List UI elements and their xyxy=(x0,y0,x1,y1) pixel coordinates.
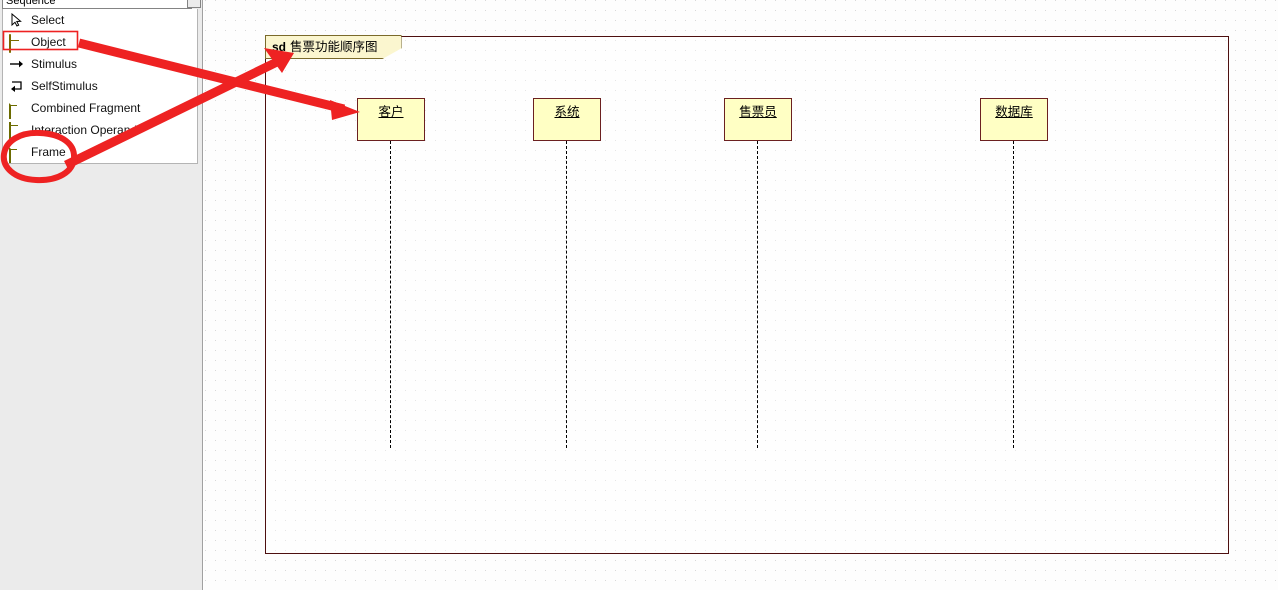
frame-folded-corner-icon xyxy=(9,100,24,119)
lifeline-1[interactable]: 客户 xyxy=(357,98,425,448)
self-arrow-icon xyxy=(9,79,24,93)
frame-header-tab[interactable]: sd 售票功能顺序图 xyxy=(265,35,402,59)
palette-collapse-button[interactable] xyxy=(187,0,201,8)
palette-title: Sequence xyxy=(2,0,192,9)
operand-bar-icon xyxy=(9,122,24,141)
lifeline-dashed-line xyxy=(566,141,567,448)
palette-item-label: Frame xyxy=(31,145,66,159)
lifeline-name: 售票员 xyxy=(739,105,777,119)
palette-item-selfstimulus[interactable]: SelfStimulus xyxy=(3,75,197,97)
lifeline-box[interactable]: 客户 xyxy=(357,98,425,141)
cursor-icon xyxy=(9,12,24,27)
lifeline-dashed-line xyxy=(1013,141,1014,448)
palette-item-label: Object xyxy=(31,35,66,49)
palette-item-label: Combined Fragment xyxy=(31,101,141,115)
arrow-right-icon xyxy=(9,57,24,71)
palette-tool-list: Select Object Stimulus SelfStimulus Comb… xyxy=(2,9,198,164)
lifeline-box[interactable]: 售票员 xyxy=(724,98,792,141)
palette-item-stimulus[interactable]: Stimulus xyxy=(3,53,197,75)
lifeline-box[interactable]: 系统 xyxy=(533,98,601,141)
palette-titlebar: Sequence xyxy=(0,0,203,9)
palette-item-interaction-operand[interactable]: Interaction Operand xyxy=(3,119,197,141)
palette-item-select[interactable]: Select xyxy=(3,9,197,31)
lifeline-2[interactable]: 系统 xyxy=(533,98,601,448)
lifeline-name: 系统 xyxy=(554,105,580,119)
lifeline-3[interactable]: 售票员 xyxy=(724,98,792,448)
lifeline-4[interactable]: 数据库 xyxy=(980,98,1048,448)
palette-item-object[interactable]: Object xyxy=(3,31,197,53)
palette-item-label: Stimulus xyxy=(31,57,78,71)
diagram-canvas[interactable]: sd 售票功能顺序图 客户 系统 售票员 数据库 xyxy=(204,0,1278,590)
palette-panel: Sequence Select Object Stimulus SelfStim… xyxy=(0,0,203,590)
palette-item-label: Interaction Operand xyxy=(31,123,138,137)
palette-item-label: SelfStimulus xyxy=(31,79,98,93)
application-window: Sequence Select Object Stimulus SelfStim… xyxy=(0,0,1278,590)
frame-folded-corner-icon xyxy=(9,144,24,163)
frame-name: 售票功能顺序图 xyxy=(290,40,378,54)
lifeline-dashed-line xyxy=(390,141,391,448)
lifeline-dashed-line xyxy=(757,141,758,448)
palette-item-combined-fragment[interactable]: Combined Fragment xyxy=(3,97,197,119)
object-rectangle-icon xyxy=(9,34,24,53)
lifeline-name: 客户 xyxy=(378,105,404,119)
frame-keyword: sd xyxy=(272,40,287,54)
lifeline-name: 数据库 xyxy=(995,105,1033,119)
palette-item-frame[interactable]: Frame xyxy=(3,141,197,163)
lifeline-box[interactable]: 数据库 xyxy=(980,98,1048,141)
palette-item-label: Select xyxy=(31,13,65,27)
